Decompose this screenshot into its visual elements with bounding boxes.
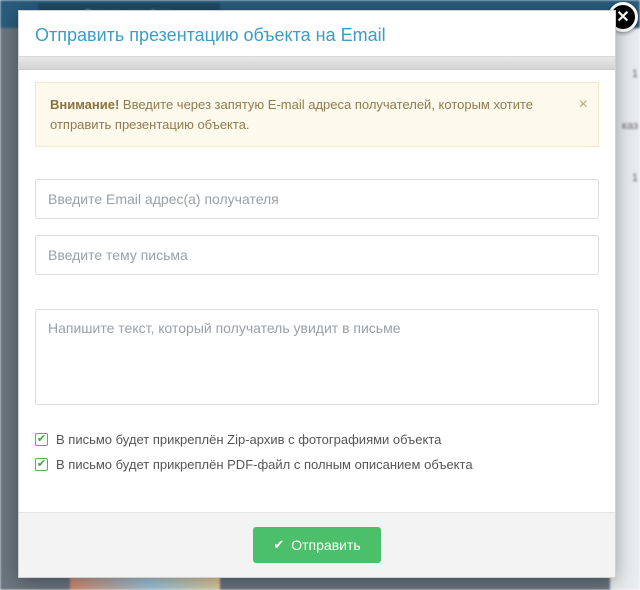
bg-frag: каз — [622, 120, 638, 132]
title-separator — [19, 56, 615, 70]
attachment-options: ✔ В письмо будет прикреплён Zip-архив с … — [35, 432, 599, 472]
message-body-textarea[interactable] — [35, 309, 599, 405]
checkmark-icon: ✔ — [35, 458, 48, 471]
recipient-email-input[interactable] — [35, 179, 599, 219]
warning-alert: Внимание! Введите через запятую E-mail а… — [35, 82, 599, 147]
send-button[interactable]: ✔ Отправить — [253, 527, 380, 563]
alert-close-icon[interactable]: × — [579, 93, 588, 117]
bg-frag: 1 — [632, 172, 638, 184]
attach-zip-label: В письмо будет прикреплён Zip-архив с фо… — [56, 432, 441, 447]
attach-pdf-label: В письмо будет прикреплён PDF-файл с пол… — [56, 457, 473, 472]
check-icon: ✔ — [273, 537, 284, 553]
email-modal: Отправить презентацию объекта на Email В… — [18, 10, 616, 578]
alert-text: Введите через запятую E-mail адреса полу… — [50, 97, 533, 132]
alert-strong: Внимание! — [50, 97, 119, 112]
modal-footer: ✔ Отправить — [19, 512, 615, 577]
attach-zip-checkbox[interactable]: ✔ В письмо будет прикреплён Zip-архив с … — [35, 432, 599, 447]
send-button-label: Отправить — [291, 537, 360, 553]
bg-frag: 1 — [632, 68, 638, 80]
attach-pdf-checkbox[interactable]: ✔ В письмо будет прикреплён PDF-файл с п… — [35, 457, 599, 472]
subject-input[interactable] — [35, 235, 599, 275]
checkmark-icon: ✔ — [35, 433, 48, 446]
modal-title: Отправить презентацию объекта на Email — [35, 25, 599, 56]
